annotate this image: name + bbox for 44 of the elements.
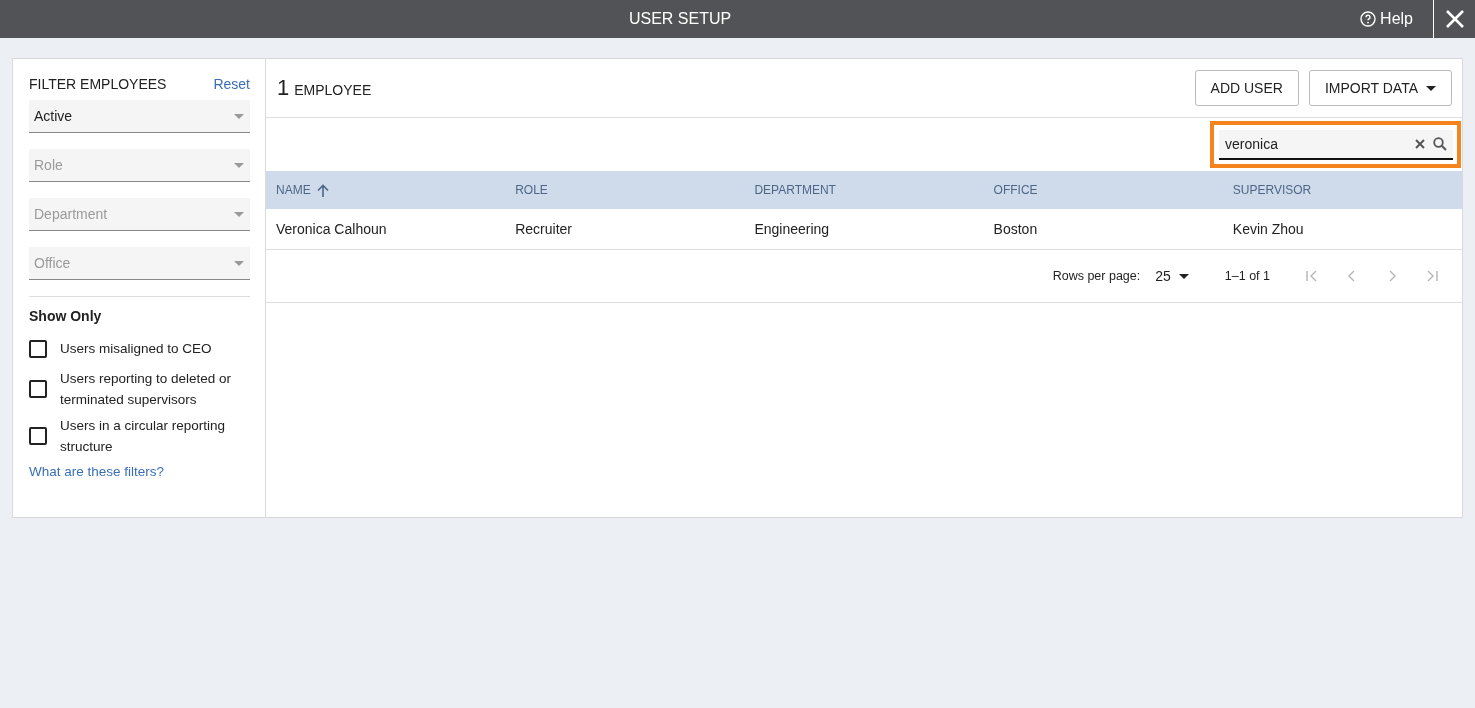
help-button[interactable]: Help (1360, 10, 1413, 28)
checkbox-label: Users in a circular reporting structure (60, 417, 227, 456)
help-link[interactable]: What are these filters? (29, 464, 165, 479)
checkbox[interactable] (29, 339, 47, 358)
employee-count-label: EMPLOYEE (294, 82, 372, 98)
bar-chevron-left-icon (1305, 269, 1319, 283)
section-title: Show Only (29, 308, 103, 324)
column-header[interactable]: SUPERVISOR (1222, 183, 1462, 197)
sort-ascending-icon (316, 183, 329, 197)
employee-count: 1 (277, 75, 290, 101)
table-cell-text: Veronica Calhoun (275, 221, 388, 237)
help-icon (1360, 11, 1377, 27)
column-header[interactable]: NAME (266, 183, 506, 197)
search-field[interactable]: veronica (1219, 130, 1453, 160)
caret-icon (234, 211, 244, 217)
rows-per-page-label: Rows per page: (1052, 269, 1141, 283)
search-icon[interactable] (1433, 137, 1447, 151)
filter-title: FILTER EMPLOYEES (29, 76, 167, 92)
caret-icon (234, 113, 244, 119)
clear-icon[interactable] (1415, 139, 1425, 149)
caret-icon (1426, 85, 1436, 91)
checkbox-label: Users misaligned to CEO (60, 340, 212, 358)
add-user-button[interactable]: ADD USER (1194, 70, 1299, 106)
table-cell-text: Recruiter (514, 221, 573, 237)
rows-per-page-dropdown[interactable]: 25 (1155, 268, 1189, 284)
window-title: USER SETUP (627, 10, 733, 28)
table-cell-text: Boston (992, 221, 1039, 237)
reset-link[interactable]: Reset (213, 76, 250, 92)
checkbox[interactable] (29, 380, 47, 398)
caret-icon (234, 260, 244, 266)
checkbox-label: Users reporting to deleted or terminated supervisors (60, 370, 233, 409)
page-range: 1–1 of 1 (1224, 269, 1270, 283)
table-cell-text: Kevin Zhou (1231, 221, 1305, 237)
column-header[interactable]: DEPARTMENT (744, 183, 984, 197)
caret-icon (1178, 273, 1189, 279)
close-icon (1445, 10, 1464, 28)
caret-icon (234, 162, 244, 168)
column-header[interactable]: OFFICE (983, 183, 1223, 197)
import-data-button[interactable]: IMPORT DATA (1308, 70, 1452, 106)
column-header[interactable]: ROLE (505, 183, 745, 197)
status-dropdown[interactable]: Active (29, 100, 250, 133)
checkbox[interactable] (29, 427, 47, 445)
chevron-bar-right-icon (1425, 269, 1439, 283)
table-cell-text: Engineering (753, 221, 831, 237)
